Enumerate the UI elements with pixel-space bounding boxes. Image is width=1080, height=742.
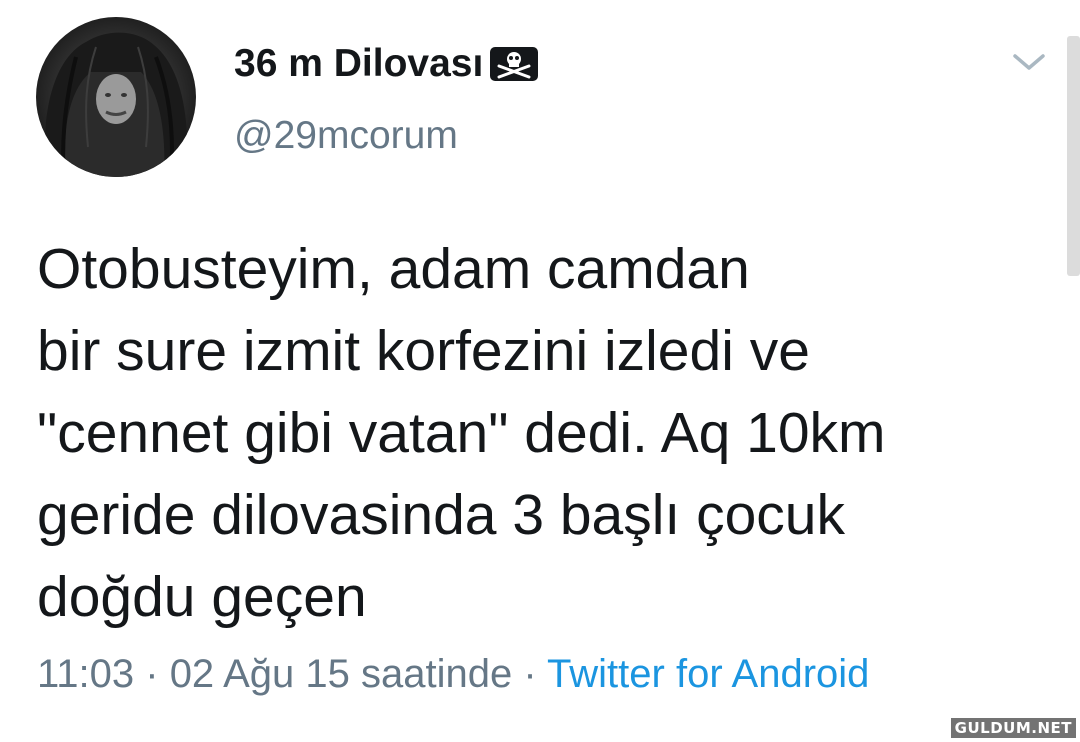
skull-crossbones-flag-icon bbox=[489, 46, 539, 82]
display-name-row[interactable]: 36 m Dilovası bbox=[234, 38, 539, 90]
user-handle[interactable]: @29mcorum bbox=[234, 114, 458, 158]
tweet-source-link[interactable]: Twitter for Android bbox=[547, 652, 869, 696]
tweet-text: Otobusteyim, adam camdan bir sure izmit … bbox=[37, 237, 886, 629]
scrollbar[interactable] bbox=[1067, 36, 1080, 276]
meta-separator: · bbox=[134, 652, 170, 696]
avatar[interactable] bbox=[36, 17, 196, 177]
chevron-down-icon[interactable] bbox=[1011, 48, 1047, 76]
watermark: GULDUM.NET bbox=[950, 718, 1076, 738]
display-name[interactable]: 36 m Dilovası bbox=[234, 42, 483, 86]
tweet-time: 11:03 bbox=[37, 652, 135, 696]
tweet-date: 02 Ağu 15 saatinde bbox=[169, 652, 513, 696]
meta-separator: · bbox=[512, 652, 548, 696]
tweet-meta: 11:03 · 02 Ağu 15 saatinde · Twitter for… bbox=[37, 652, 869, 697]
